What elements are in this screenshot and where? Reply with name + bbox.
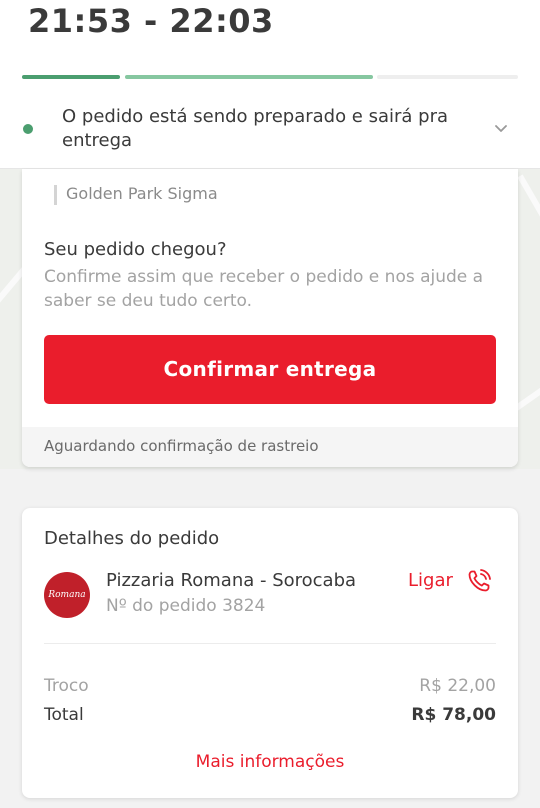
address-marker	[54, 185, 57, 205]
tracking-status-bar: Aguardando confirmação de rastreio	[22, 427, 518, 467]
status-indicator-dot	[23, 124, 33, 134]
delivery-address: Golden Park Sigma	[66, 184, 218, 203]
order-status-header: 21:53 - 22:03 O pedido está sendo prepar…	[0, 0, 540, 169]
order-details-card: Detalhes do pedido Romana Pizzaria Roman…	[22, 508, 518, 798]
change-label: Troco	[44, 676, 89, 696]
progress-step-current	[125, 75, 373, 79]
progress-step-pending	[377, 75, 518, 79]
delivery-confirmation-card: Golden Park Sigma Seu pedido chegou? Con…	[22, 169, 518, 467]
confirm-delivery-button[interactable]: Confirmar entrega	[44, 335, 496, 404]
order-number: Nº do pedido 3824	[106, 596, 266, 616]
progress-step-done	[22, 75, 120, 79]
change-value: R$ 22,00	[419, 676, 496, 696]
order-arrived-description: Confirme assim que receber o pedido e no…	[44, 267, 484, 311]
order-status-text: O pedido está sendo preparado e sairá pr…	[62, 106, 449, 151]
call-restaurant-button[interactable]: Ligar	[408, 570, 453, 591]
chevron-down-icon[interactable]	[493, 120, 509, 136]
total-value: R$ 78,00	[411, 705, 496, 725]
restaurant-name: Pizzaria Romana - Sorocaba	[106, 570, 357, 591]
delivery-eta: 21:53 - 22:03	[28, 2, 274, 40]
divider	[44, 643, 496, 644]
phone-icon[interactable]	[466, 568, 492, 594]
order-details-title: Detalhes do pedido	[44, 528, 220, 549]
more-info-link[interactable]: Mais informações	[22, 752, 518, 772]
restaurant-logo: Romana	[44, 572, 90, 618]
order-arrived-question: Seu pedido chegou?	[44, 239, 227, 260]
total-label: Total	[44, 705, 84, 725]
tracking-status-text: Aguardando confirmação de rastreio	[44, 437, 319, 455]
